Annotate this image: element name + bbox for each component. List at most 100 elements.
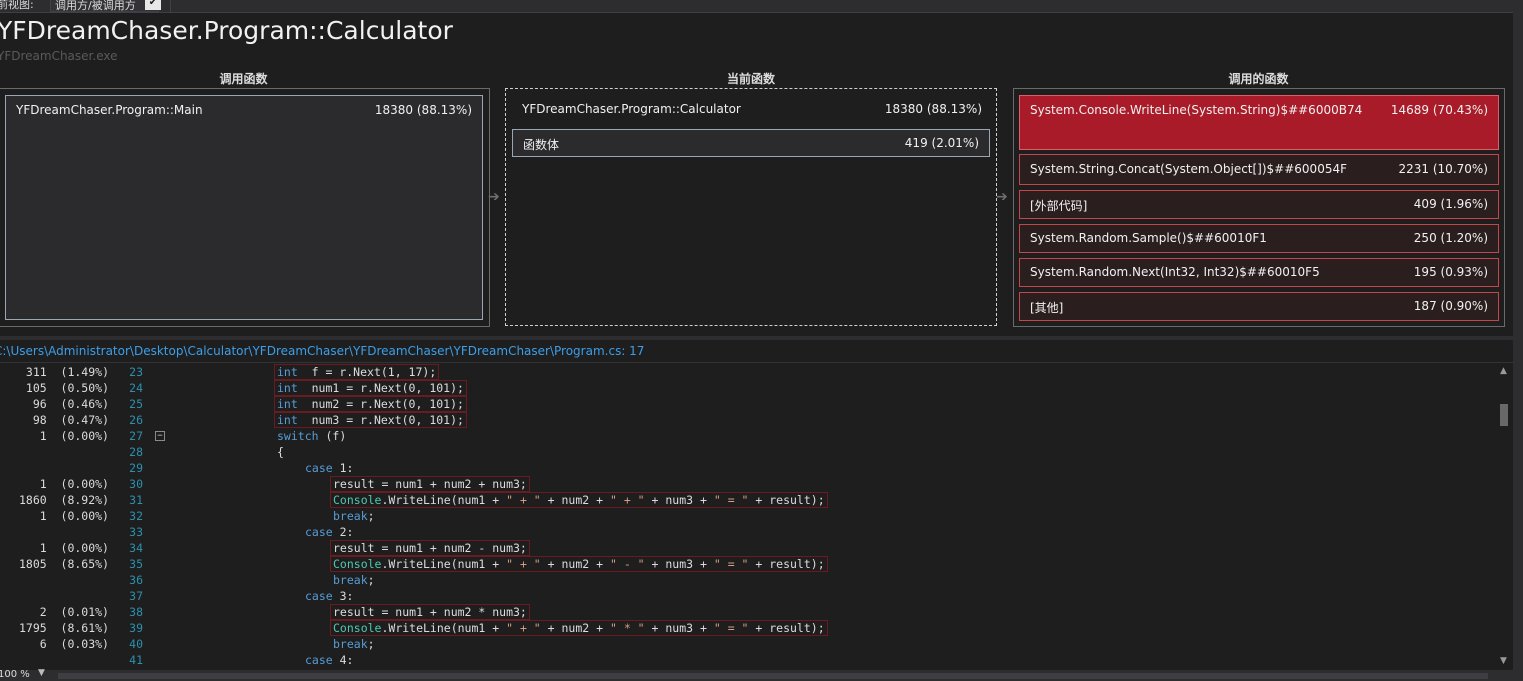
callee-value: 409 (1.96%) [1413,197,1488,211]
callee-name: System.Random.Sample()$##60010F1 [1030,231,1267,245]
current-function-value: 18380 (88.13%) [884,102,982,116]
scroll-down-icon[interactable]: ▼ [1500,656,1507,666]
line-number: 33 [129,525,143,539]
caller-value: 18380 (88.13%) [374,103,472,117]
code-text: switch (f) [277,429,347,443]
line-number: 31 [129,493,143,507]
module-name: YFDreamChaser.exe [0,49,118,63]
code-text: int num1 = r.Next(0, 101); [274,380,467,396]
splitter[interactable] [0,336,1513,340]
line-hit-count: 1 (0.00%) [39,541,109,555]
function-body-item[interactable]: 函数体 419 (2.01%) [512,129,990,157]
caller-name: YFDreamChaser.Program::Main [16,103,203,117]
code-line[interactable]: 98 (0.47%) 26 int num3 = r.Next(0, 101); [0,412,1497,428]
code-line[interactable]: 1795 (8.61%) 39 Console.WriteLine(num1 + "… [0,620,1497,636]
chevron-down-icon[interactable]: ▼ [38,668,45,678]
page-title: YFDreamChaser.Program::Calculator [0,16,453,45]
code-text: break; [333,509,375,523]
line-number: 35 [129,557,143,571]
code-text: int num2 = r.Next(0, 101); [274,396,467,412]
scroll-thumb[interactable] [1500,404,1508,426]
code-line[interactable]: 311 (1.49%) 23 int f = r.Next(1, 17); [0,364,1497,380]
line-number: 26 [129,413,143,427]
function-body-value: 419 (2.01%) [904,136,979,150]
line-hit-count: 1795 (8.61%) [18,621,109,635]
collapse-icon[interactable]: − [155,431,165,441]
callee-name: System.Random.Next(Int32, Int32)$##60010… [1030,265,1320,279]
code-line[interactable]: 1 (0.00%) 34 result = num1 + num2 - num3; [0,540,1497,556]
callee-item[interactable]: [外部代码] 409 (1.96%) [1019,190,1499,219]
line-hit-count: 311 (1.49%) [25,365,109,379]
zoom-level[interactable]: 100 % [0,669,30,680]
line-number: 32 [129,509,143,523]
vertical-scrollbar[interactable]: ▲ ▼ [1497,364,1511,670]
scroll-up-icon[interactable]: ▲ [1500,366,1507,376]
callee-item[interactable]: [其他] 187 (0.90%) [1019,292,1499,321]
callee-item[interactable]: System.Console.WriteLine(System.String)$… [1019,95,1499,150]
code-line[interactable]: 1805 (8.65%) 35 Console.WriteLine(num1 + "… [0,556,1497,572]
line-hit-count: 105 (0.50%) [25,381,109,395]
code-line[interactable]: 96 (0.46%) 25 int num2 = r.Next(0, 101); [0,396,1497,412]
window-edge [1513,0,1523,670]
code-text: Console.WriteLine(num1 + " + " + num2 + … [330,620,828,636]
code-text: case 4: [305,653,354,667]
callee-value: 187 (0.90%) [1413,299,1488,313]
code-line[interactable]: 33 case 2: [0,524,1497,540]
callers-panel: YFDreamChaser.Program::Main 18380 (88.13… [0,88,490,327]
code-text: { [277,445,284,459]
current-function-name: YFDreamChaser.Program::Calculator [522,102,741,116]
caller-item-main[interactable]: YFDreamChaser.Program::Main 18380 (88.13… [5,95,483,320]
code-line[interactable]: 105 (0.50%) 24 int num1 = r.Next(0, 101); [0,380,1497,396]
code-text: break; [333,573,375,587]
callee-item[interactable]: System.String.Concat(System.Object[])$##… [1019,154,1499,185]
code-text: case 1: [305,461,354,475]
current-header: 当前函数 [726,72,775,86]
line-hit-count: 2 (0.01%) [39,605,109,619]
code-line[interactable]: 6 (0.03%) 40 break; [0,636,1497,652]
code-text: Console.WriteLine(num1 + " + " + num2 + … [330,492,828,508]
chevron-down-icon[interactable]: ✔ [145,0,161,10]
line-hit-count: 98 (0.47%) [32,413,109,427]
line-number: 27 [129,429,143,443]
code-line[interactable]: 1 (0.00%) 27 − switch (f) [0,428,1497,444]
code-line[interactable]: 1860 (8.92%) 31 Console.WriteLine(num1 + "… [0,492,1497,508]
code-line[interactable]: 29 case 1: [0,460,1497,476]
source-code-view[interactable]: 311 (1.49%) 23 int f = r.Next(1, 17); 105 (… [0,364,1497,670]
callee-name: System.String.Concat(System.Object[])$##… [1030,162,1347,176]
callee-value: 250 (1.20%) [1413,231,1488,245]
source-file-link[interactable]: C:\Users\Administrator\Desktop\Calculato… [0,344,644,358]
view-label: 当前视图: [0,0,34,11]
callee-value: 195 (0.93%) [1413,265,1488,279]
code-text: result = num1 + num2 + num3; [330,476,530,492]
arrow-right-icon: ➔ [996,189,1008,205]
line-hit-count: 96 (0.46%) [32,397,109,411]
line-hit-count: 1 (0.00%) [39,509,109,523]
code-line[interactable]: 1 (0.00%) 32 break; [0,508,1497,524]
editor-status-bar: 100 % ▼ [0,668,1523,681]
line-number: 38 [129,605,143,619]
callee-item[interactable]: System.Random.Next(Int32, Int32)$##60010… [1019,258,1499,287]
code-line[interactable]: 28 { [0,444,1497,460]
arrow-right-icon: ➔ [488,189,500,205]
line-hit-count: 1 (0.00%) [39,429,109,443]
line-number: 34 [129,541,143,555]
code-line[interactable]: 41 case 4: [0,652,1497,668]
horizontal-scrollbar[interactable] [58,673,1488,679]
code-line[interactable]: 37 case 3: [0,588,1497,604]
callee-name: [外部代码] [1030,199,1088,213]
line-number: 28 [129,445,143,459]
code-line[interactable]: 1 (0.00%) 30 result = num1 + num2 + num3; [0,476,1497,492]
divider [0,362,1513,363]
code-line[interactable]: 36 break; [0,572,1497,588]
callee-name: [其他] [1030,301,1064,315]
line-number: 23 [129,365,143,379]
code-line[interactable]: 2 (0.01%) 38 result = num1 + num2 * num3; [0,604,1497,620]
callees-header: 调用的函数 [1228,72,1289,86]
code-text: case 2: [305,525,354,539]
line-number: 37 [129,589,143,603]
callee-item[interactable]: System.Random.Sample()$##60010F1 250 (1.… [1019,224,1499,253]
line-number: 39 [129,621,143,635]
current-function-panel[interactable]: YFDreamChaser.Program::Calculator 18380 … [505,88,997,326]
code-text: break; [333,637,375,651]
view-select[interactable]: 调用方/被调用方 [50,0,159,12]
